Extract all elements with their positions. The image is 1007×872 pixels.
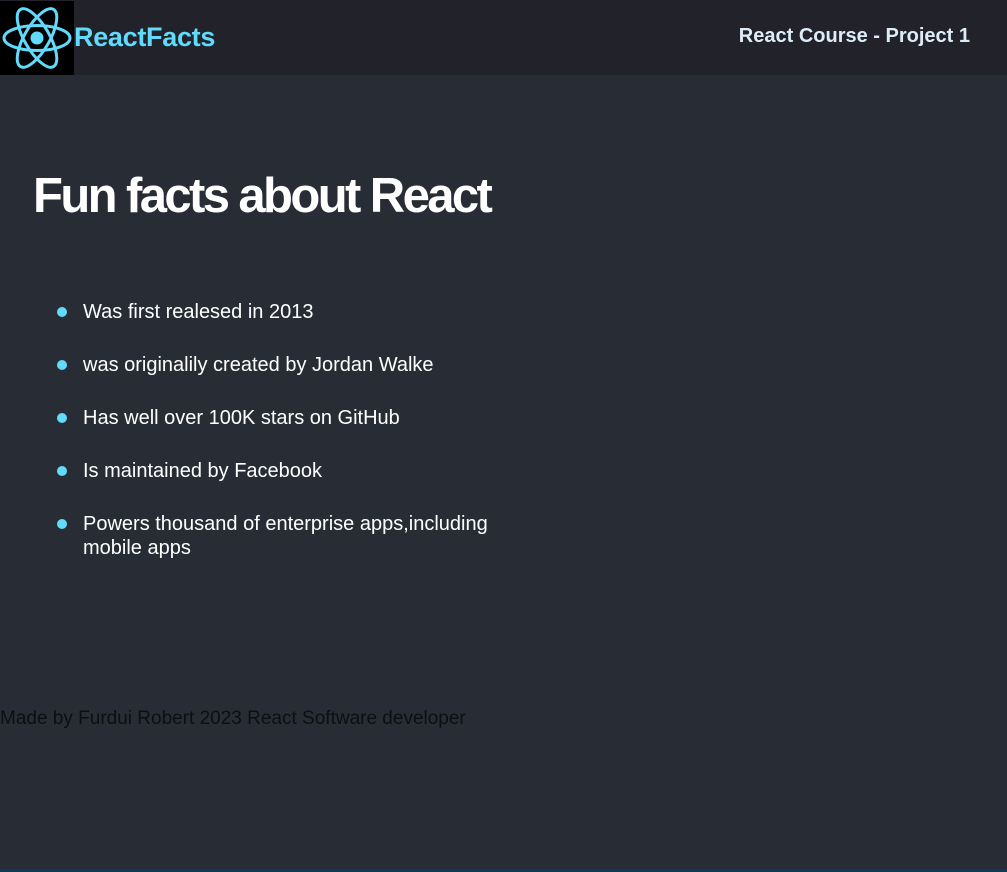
page-title: Fun facts about React [33, 169, 493, 223]
bullet-icon [57, 519, 67, 529]
nav-subtitle: React Course - Project 1 [738, 25, 970, 47]
brand-name: ReactFacts [74, 22, 216, 52]
list-item: Has well over 100K stars on GitHub [57, 406, 543, 430]
bullet-icon [57, 413, 67, 423]
fact-text: Was first realesed in 2013 [83, 301, 314, 323]
page: ReactFacts React Course - Project 1 Fun … [0, 0, 1007, 872]
fact-text: was originalily created by Jordan Walke [83, 354, 434, 376]
list-item: Powers thousand of enterprise apps,inclu… [57, 512, 543, 560]
logo [0, 0, 74, 75]
list-item: was originalily created by Jordan Walke [57, 353, 543, 377]
fact-text: Has well over 100K stars on GitHub [83, 407, 400, 429]
footer-text: Made by Furdui Robert 2023 React Softwar… [0, 708, 466, 729]
facts-list: Was first realesed in 2013 was originali… [57, 300, 543, 589]
bullet-icon [57, 360, 67, 370]
fact-text: Is maintained by Facebook [83, 460, 323, 482]
navbar: ReactFacts React Course - Project 1 [0, 0, 1007, 75]
list-item: Was first realesed in 2013 [57, 300, 543, 324]
react-atom-icon [2, 6, 72, 69]
fact-text: Powers thousand of enterprise apps,inclu… [83, 513, 488, 559]
list-item: Is maintained by Facebook [57, 459, 543, 483]
bullet-icon [57, 466, 67, 476]
bullet-icon [57, 307, 67, 317]
